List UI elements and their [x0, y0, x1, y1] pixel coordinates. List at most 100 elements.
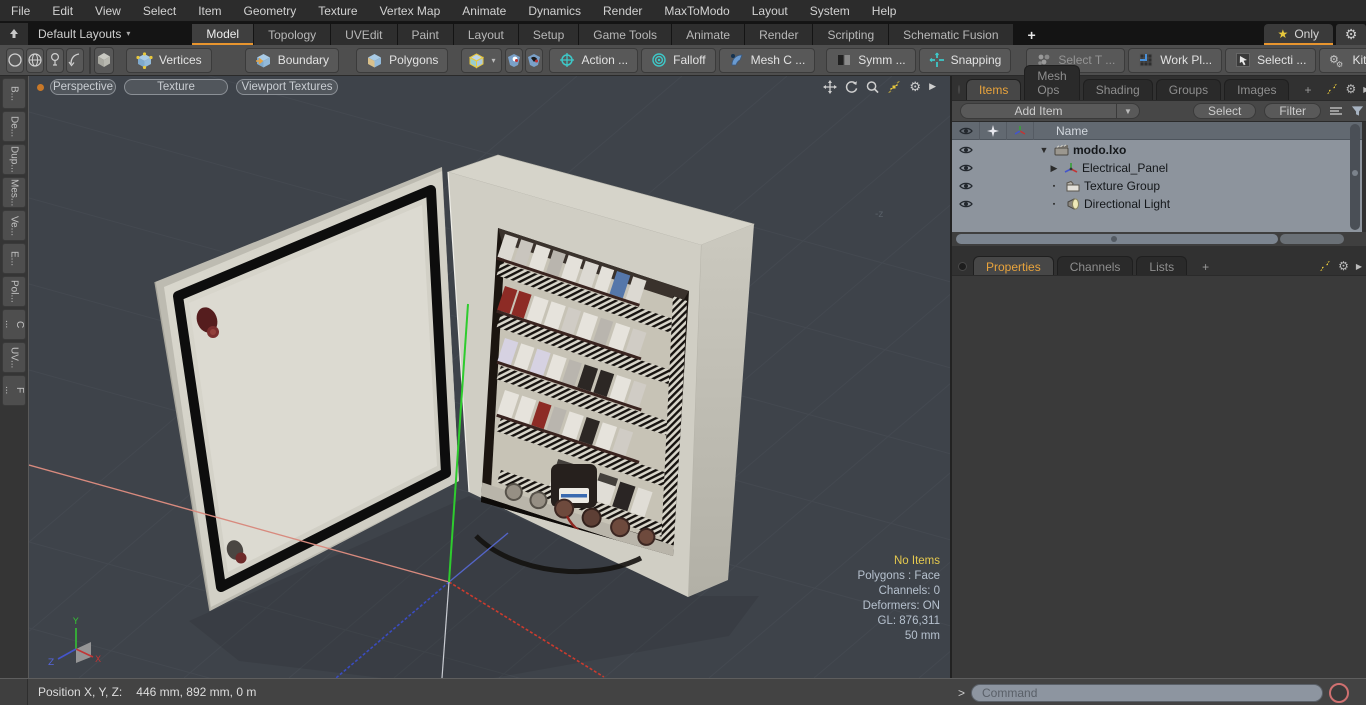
filter-button[interactable]: Filter	[1264, 103, 1321, 119]
tab-schematic-fusion[interactable]: Schematic Fusion	[889, 24, 1013, 45]
left-tab-mesh[interactable]: Mes...	[2, 177, 26, 208]
only-toggle-button[interactable]: ★ Only	[1263, 24, 1333, 45]
ellipse-tool-button[interactable]	[6, 47, 24, 73]
add-panel-tab-button[interactable]: +	[1190, 257, 1221, 277]
items-mode-dropdown[interactable]: ▾	[461, 47, 503, 73]
item-selection-mode-button[interactable]	[94, 46, 114, 74]
tab-setup[interactable]: Setup	[518, 24, 579, 45]
tree-row-light[interactable]: ▪ Directional Light	[952, 195, 1362, 213]
paint-mask-button-1[interactable]	[505, 47, 524, 73]
viewport-textures-button[interactable]: Viewport Textures	[236, 79, 338, 95]
tree-collapse-arrow[interactable]: ▼	[1038, 145, 1050, 155]
zoom-icon[interactable]	[866, 80, 880, 94]
snapping-button[interactable]: Snapping	[918, 47, 1012, 73]
tab-images[interactable]: Images	[1224, 79, 1290, 100]
menu-geometry[interactable]: Geometry	[233, 0, 308, 22]
left-tab-basic[interactable]: B...	[2, 78, 26, 109]
add-item-dropdown[interactable]: Add Item ▼	[960, 103, 1140, 119]
3d-viewport[interactable]: Y X Z -z Perspective Texture Viewport Te…	[28, 76, 950, 678]
vertices-mode-button[interactable]: Vertices	[126, 47, 212, 73]
soft-drag-tool-button[interactable]	[46, 47, 64, 73]
item-list-hscrollbar[interactable]	[952, 232, 1366, 246]
panel-gear-icon[interactable]: ⚙	[1338, 259, 1349, 273]
visibility-column-header[interactable]	[952, 121, 980, 140]
layout-preset-dropdown[interactable]: Default Layouts ▾	[28, 22, 140, 45]
eye-icon[interactable]	[959, 145, 973, 155]
tab-uvedit[interactable]: UVEdit	[331, 24, 397, 45]
symmetry-button[interactable]: Symm ...	[826, 47, 916, 73]
paint-mask-button-2[interactable]	[525, 47, 544, 73]
layout-switcher-button[interactable]	[0, 23, 28, 45]
polygons-mode-button[interactable]: Polygons	[356, 47, 449, 73]
duplicate-tool-button[interactable]	[90, 48, 91, 73]
render-column-header[interactable]	[980, 121, 1007, 140]
panel-gear-icon[interactable]: ⚙	[1345, 82, 1356, 96]
left-tab-vertex[interactable]: Ve...	[2, 210, 26, 241]
tab-render[interactable]: Render	[745, 24, 813, 45]
tab-scripting[interactable]: Scripting	[813, 24, 889, 45]
select-button[interactable]: Select	[1192, 103, 1257, 119]
menu-view[interactable]: View	[84, 0, 132, 22]
selection-sets-button[interactable]: Selecti ...	[1225, 47, 1317, 73]
panel-expand-icon[interactable]: ▶	[1356, 262, 1362, 271]
layout-settings-button[interactable]: ⚙	[1336, 24, 1366, 45]
tab-mesh-ops[interactable]: Mesh Ops	[1024, 65, 1080, 100]
tree-row-texture-group[interactable]: ▪ Texture Group	[952, 177, 1362, 195]
pan-icon[interactable]	[823, 79, 838, 94]
tab-properties[interactable]: Properties	[973, 256, 1054, 277]
menu-animate[interactable]: Animate	[451, 0, 517, 22]
tree-row-mesh[interactable]: ▶ Electrical_Panel	[952, 159, 1362, 177]
sphere-tool-button[interactable]	[26, 47, 44, 73]
left-tab-fusion[interactable]: F ...	[2, 375, 26, 406]
add-panel-tab-button[interactable]: +	[1292, 80, 1323, 100]
menu-edit[interactable]: Edit	[41, 0, 84, 22]
tab-topology[interactable]: Topology	[254, 24, 331, 45]
tree-row-scene[interactable]: ▼ modo.lxo	[952, 141, 1362, 159]
viewport-state-dot-icon[interactable]	[37, 83, 44, 91]
tab-model[interactable]: Model	[192, 24, 254, 45]
tree-expand-arrow[interactable]: ▶	[1048, 163, 1060, 174]
bend-tool-button[interactable]	[66, 47, 84, 73]
menu-render[interactable]: Render	[592, 0, 653, 22]
mesh-constraint-button[interactable]: Mesh C ...	[718, 47, 816, 73]
left-tab-polygon[interactable]: Pol...	[2, 276, 26, 307]
eye-icon[interactable]	[959, 163, 973, 173]
axes-column-header[interactable]	[1007, 121, 1034, 140]
menu-dynamics[interactable]: Dynamics	[517, 0, 592, 22]
menu-vertex-map[interactable]: Vertex Map	[369, 0, 452, 22]
panel-grip-icon[interactable]	[958, 262, 967, 271]
viewport-shading-button[interactable]: Texture	[124, 79, 228, 95]
name-column-header[interactable]: Name	[1056, 124, 1088, 138]
tab-shading[interactable]: Shading	[1082, 79, 1153, 100]
eye-icon[interactable]	[959, 199, 973, 209]
left-tab-curves[interactable]: C ...	[2, 309, 26, 340]
left-tab-duplicate[interactable]: Dup...	[2, 144, 26, 175]
funnel-filter-icon[interactable]	[1351, 105, 1364, 117]
tab-groups[interactable]: Groups	[1155, 79, 1222, 100]
left-tab-deform[interactable]: De...	[2, 111, 26, 142]
macro-record-button[interactable]	[1329, 682, 1350, 703]
viewport-projection-button[interactable]: Perspective	[50, 79, 116, 95]
tab-channels[interactable]: Channels	[1056, 256, 1134, 277]
tab-items[interactable]: Items	[966, 79, 1022, 100]
menu-select[interactable]: Select	[132, 0, 187, 22]
menu-system[interactable]: System	[799, 0, 861, 22]
panel-grip-icon[interactable]	[958, 85, 960, 94]
action-center-button[interactable]: Action ...	[549, 47, 639, 73]
tab-lists[interactable]: Lists	[1136, 256, 1188, 277]
menu-item[interactable]: Item	[187, 0, 232, 22]
viewport-expand-icon[interactable]: ▶	[929, 79, 936, 94]
menu-layout[interactable]: Layout	[741, 0, 799, 22]
tab-paint[interactable]: Paint	[397, 24, 453, 45]
falloff-button[interactable]: Falloff	[641, 47, 716, 73]
eye-icon[interactable]	[959, 181, 973, 191]
menu-texture[interactable]: Texture	[307, 0, 368, 22]
boundary-mode-button[interactable]: Boundary	[244, 47, 340, 73]
kits-button[interactable]: ⚙⚙ Kits	[1319, 47, 1366, 73]
menu-file[interactable]: File	[0, 0, 41, 22]
maximize-icon[interactable]	[1319, 260, 1331, 272]
left-tab-uv[interactable]: UV...	[2, 342, 26, 373]
tab-game-tools[interactable]: Game Tools	[579, 24, 672, 45]
menu-help[interactable]: Help	[861, 0, 908, 22]
rotate-icon[interactable]	[845, 80, 858, 94]
